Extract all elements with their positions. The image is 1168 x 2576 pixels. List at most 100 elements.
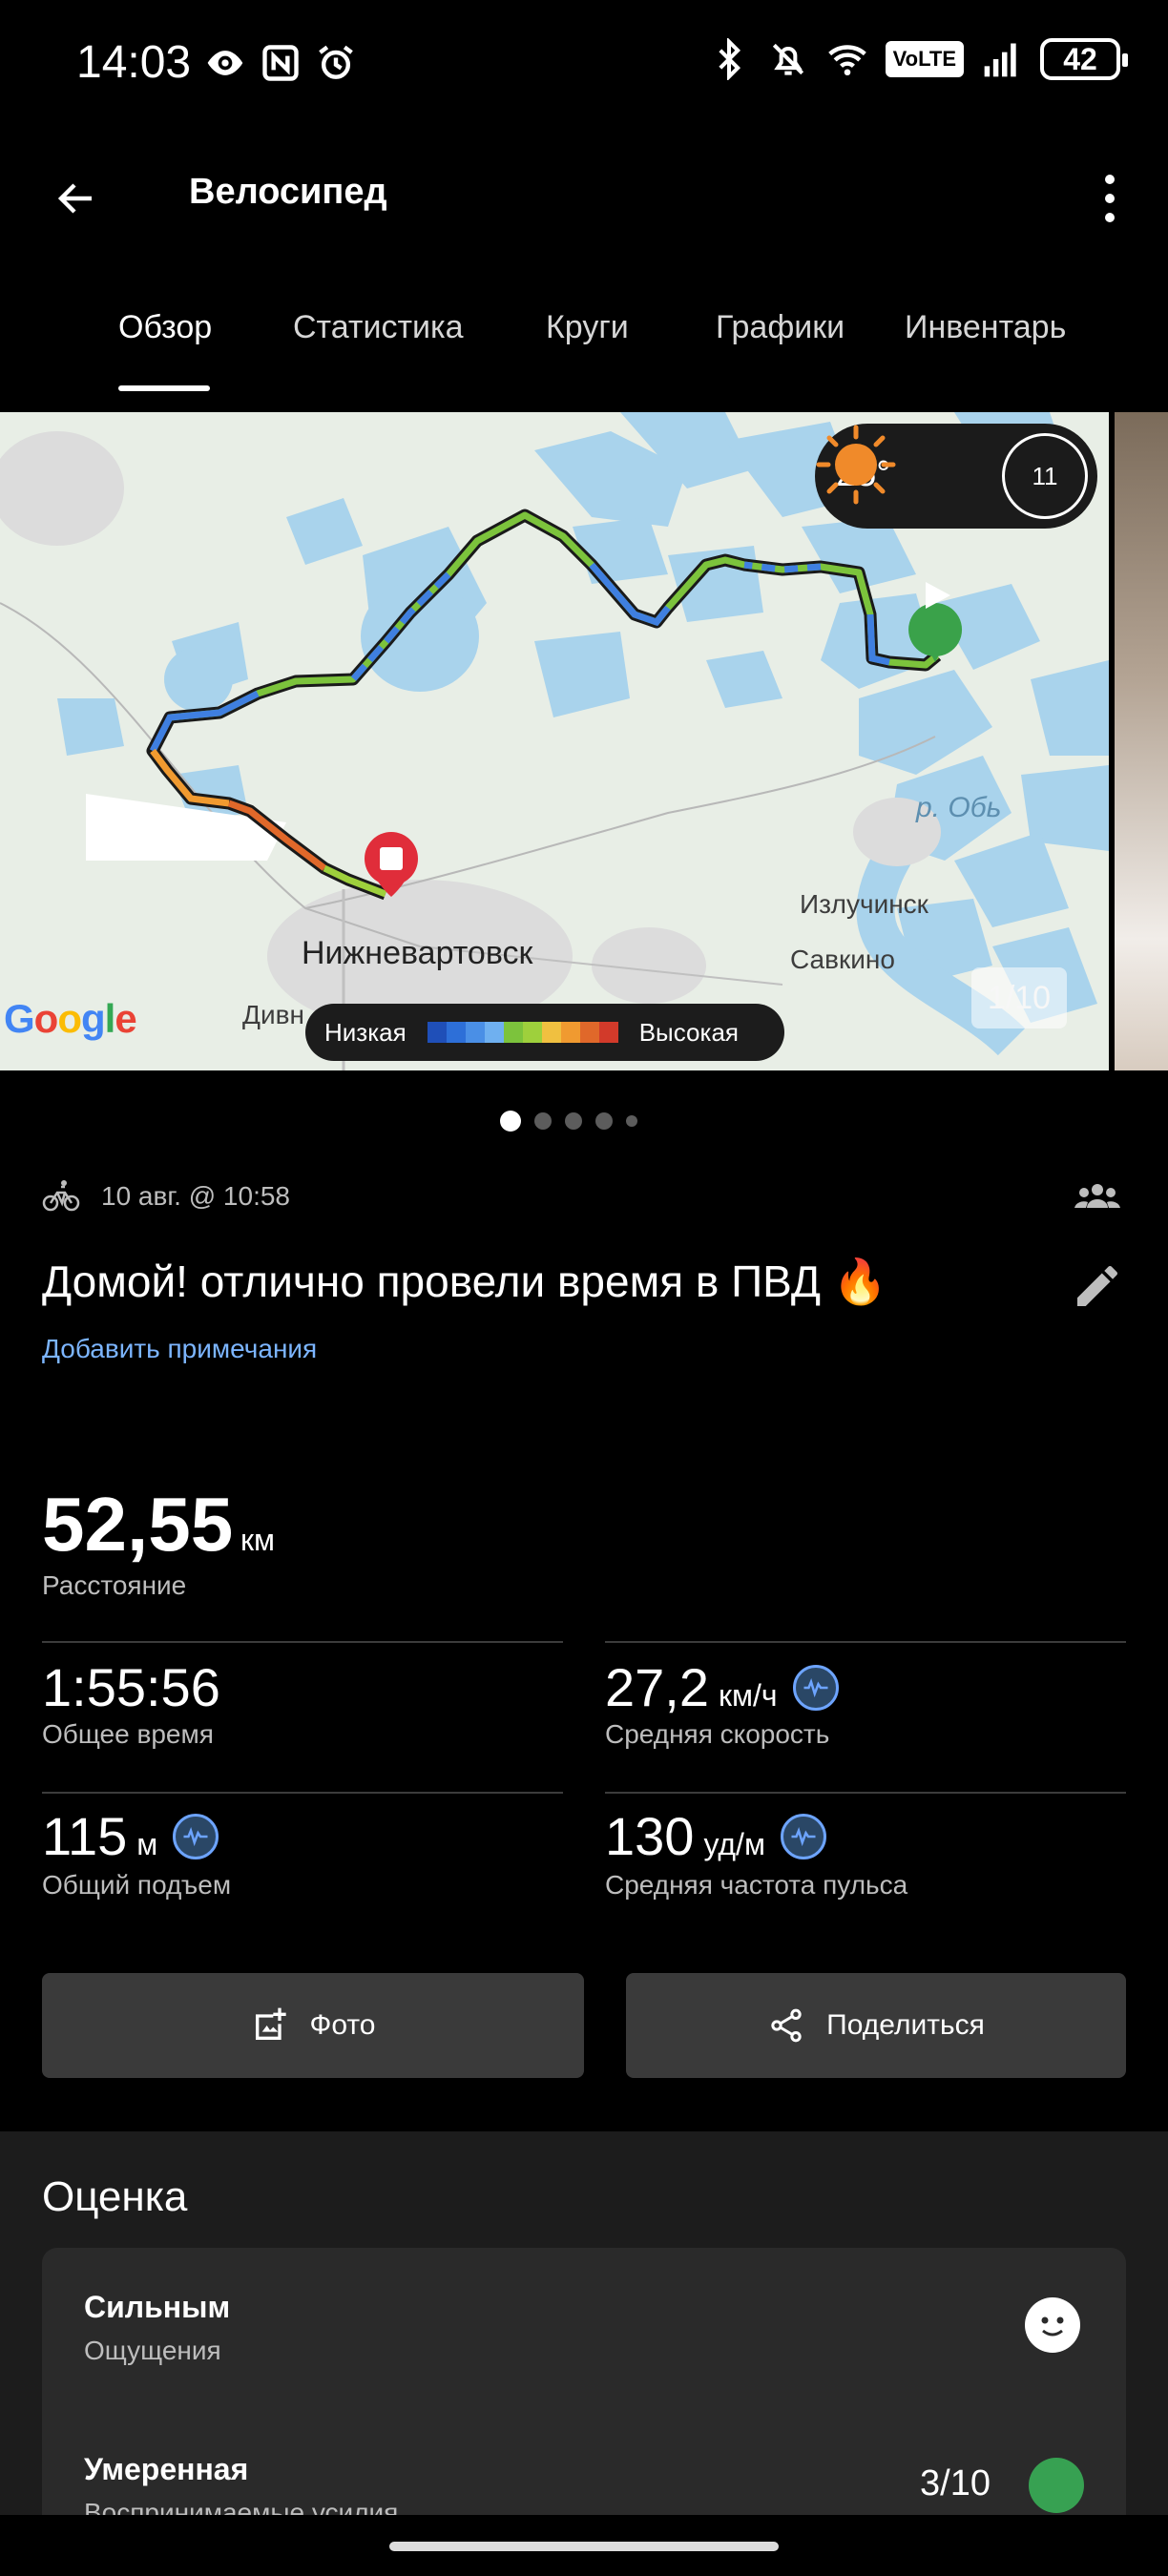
legend-swatch <box>560 1022 580 1043</box>
distance-value: 52,55 <box>42 1482 234 1567</box>
avg-hr-value: 130 <box>605 1806 695 1866</box>
avg-speed-label: Средняя скорость <box>605 1719 830 1749</box>
tab-bar: Обзор Статистика Круги Графики Инвентарь <box>0 286 1168 393</box>
edit-icon[interactable] <box>1071 1259 1124 1313</box>
legend-gradient <box>427 1022 618 1043</box>
home-indicator[interactable] <box>389 2542 779 2551</box>
system-navigation <box>0 2515 1168 2576</box>
google-logo: Google <box>4 996 137 1041</box>
distance-unit: км <box>240 1523 275 1557</box>
tab-indicator <box>118 385 210 391</box>
alarm-icon <box>319 45 353 79</box>
weather-widget[interactable]: 25° 11 <box>815 424 1097 529</box>
add-notes-link[interactable]: Добавить примечания <box>42 1334 317 1364</box>
legend-swatch <box>503 1022 523 1043</box>
pulse-chart-icon[interactable] <box>792 1664 839 1711</box>
sun-icon <box>816 425 896 505</box>
bicycle-icon <box>42 1180 80 1212</box>
wifi-icon <box>827 45 866 76</box>
divider <box>42 1641 563 1643</box>
back-button[interactable] <box>38 160 115 237</box>
elevation-unit: м <box>136 1827 158 1861</box>
tab-laps[interactable]: Круги <box>546 309 629 346</box>
legend-swatch <box>598 1022 618 1043</box>
carousel-dot[interactable] <box>626 1115 637 1127</box>
pulse-chart-icon[interactable] <box>780 1813 826 1859</box>
total-time-stat: 1:55:56 <box>42 1656 220 1718</box>
group-icon[interactable] <box>1074 1179 1120 1214</box>
heart-rate-legend: Низкая Высокая <box>305 1004 784 1061</box>
divider <box>42 1792 563 1794</box>
page-title: Велосипед <box>189 172 387 212</box>
activity-title: Домой! отлично провели время в ПВД 🔥 <box>42 1257 888 1306</box>
legend-swatch <box>579 1022 599 1043</box>
carousel-pagination <box>0 1111 1153 1132</box>
tab-statistics[interactable]: Статистика <box>293 309 464 346</box>
route-map[interactable]: 25° 11 р. Обь Излучинск Савкино Нижневар… <box>0 412 1109 1070</box>
map-label-savkino: Савкино <box>790 945 895 974</box>
avg-speed-stat: 27,2 км/ч <box>605 1656 839 1718</box>
legend-high-label: Высокая <box>638 1017 739 1047</box>
next-photo-preview[interactable] <box>1115 412 1168 1070</box>
volte-icon: VoLTE <box>885 41 964 77</box>
activity-date: 10 авг. @ 10:58 <box>101 1181 290 1211</box>
carousel-dot[interactable] <box>534 1112 552 1130</box>
photo-button[interactable]: Фото <box>42 1973 584 2078</box>
nfc-icon <box>262 45 299 81</box>
carousel-dot[interactable] <box>565 1112 582 1130</box>
activity-meta: 10 авг. @ 10:58 <box>42 1175 290 1217</box>
divider <box>605 1641 1126 1643</box>
eye-icon <box>207 51 243 75</box>
mute-icon <box>772 43 803 75</box>
elevation-stat: 115 м <box>42 1805 219 1867</box>
share-button[interactable]: Поделиться <box>626 1973 1126 2078</box>
avg-hr-label: Средняя частота пульса <box>605 1870 908 1900</box>
map-label-izluchinsk: Излучинск <box>800 889 928 919</box>
signal-icon <box>984 43 1016 77</box>
map-label-divn: Дивн <box>242 1000 304 1029</box>
total-time-label: Общее время <box>42 1719 214 1749</box>
tab-graphs[interactable]: Графики <box>716 309 845 346</box>
smile-icon <box>1025 2297 1080 2353</box>
arrow-left-icon <box>57 183 92 214</box>
avg-speed-unit: км/ч <box>719 1678 778 1713</box>
avg-hr-unit: уд/м <box>703 1827 765 1861</box>
map-label-river: р. Обь <box>916 792 1002 823</box>
effort-value: Умеренная <box>84 2452 249 2486</box>
legend-swatch <box>446 1022 466 1043</box>
avg-hr-stat: 130 уд/м <box>605 1805 826 1867</box>
feel-value: Сильным <box>84 2290 231 2324</box>
legend-swatch <box>427 1022 447 1043</box>
map-label-city: Нижневартовск <box>302 935 533 971</box>
pulse-chart-icon[interactable] <box>173 1813 219 1859</box>
total-time-value: 1:55:56 <box>42 1657 220 1717</box>
status-bar: 14:03 VoLTE 42 <box>0 0 1168 134</box>
carousel-dot[interactable] <box>595 1112 613 1130</box>
elevation-value: 115 <box>42 1806 128 1866</box>
status-time: 14:03 <box>76 37 192 88</box>
avg-speed-value: 27,2 <box>605 1657 709 1717</box>
tab-overview[interactable]: Обзор <box>118 309 212 346</box>
photo-button-label: Фото <box>309 2009 376 2041</box>
legend-swatch <box>465 1022 485 1043</box>
share-icon <box>771 2008 802 2043</box>
more-options-button[interactable] <box>1076 160 1143 237</box>
bluetooth-icon <box>719 38 740 80</box>
effort-indicator <box>1029 2458 1084 2513</box>
share-button-label: Поделиться <box>826 2009 985 2041</box>
battery-icon: 42 <box>1040 38 1128 80</box>
rating-title: Оценка <box>42 2173 188 2220</box>
legend-swatch <box>541 1022 561 1043</box>
tab-equipment[interactable]: Инвентарь <box>905 309 1066 346</box>
add-photo-icon <box>255 2007 286 2040</box>
app-bar: Велосипед <box>0 143 1168 248</box>
media-carousel[interactable]: 25° 11 р. Обь Излучинск Савкино Нижневар… <box>0 412 1168 1070</box>
legend-swatch <box>522 1022 542 1043</box>
divider <box>605 1792 1126 1794</box>
carousel-dot[interactable] <box>500 1111 521 1132</box>
distance-label: Расстояние <box>42 1570 187 1600</box>
feel-label: Ощущения <box>84 2336 221 2365</box>
moon-phase-icon: 11 <box>1002 433 1088 519</box>
elevation-label: Общий подъем <box>42 1870 232 1900</box>
legend-swatch <box>484 1022 504 1043</box>
